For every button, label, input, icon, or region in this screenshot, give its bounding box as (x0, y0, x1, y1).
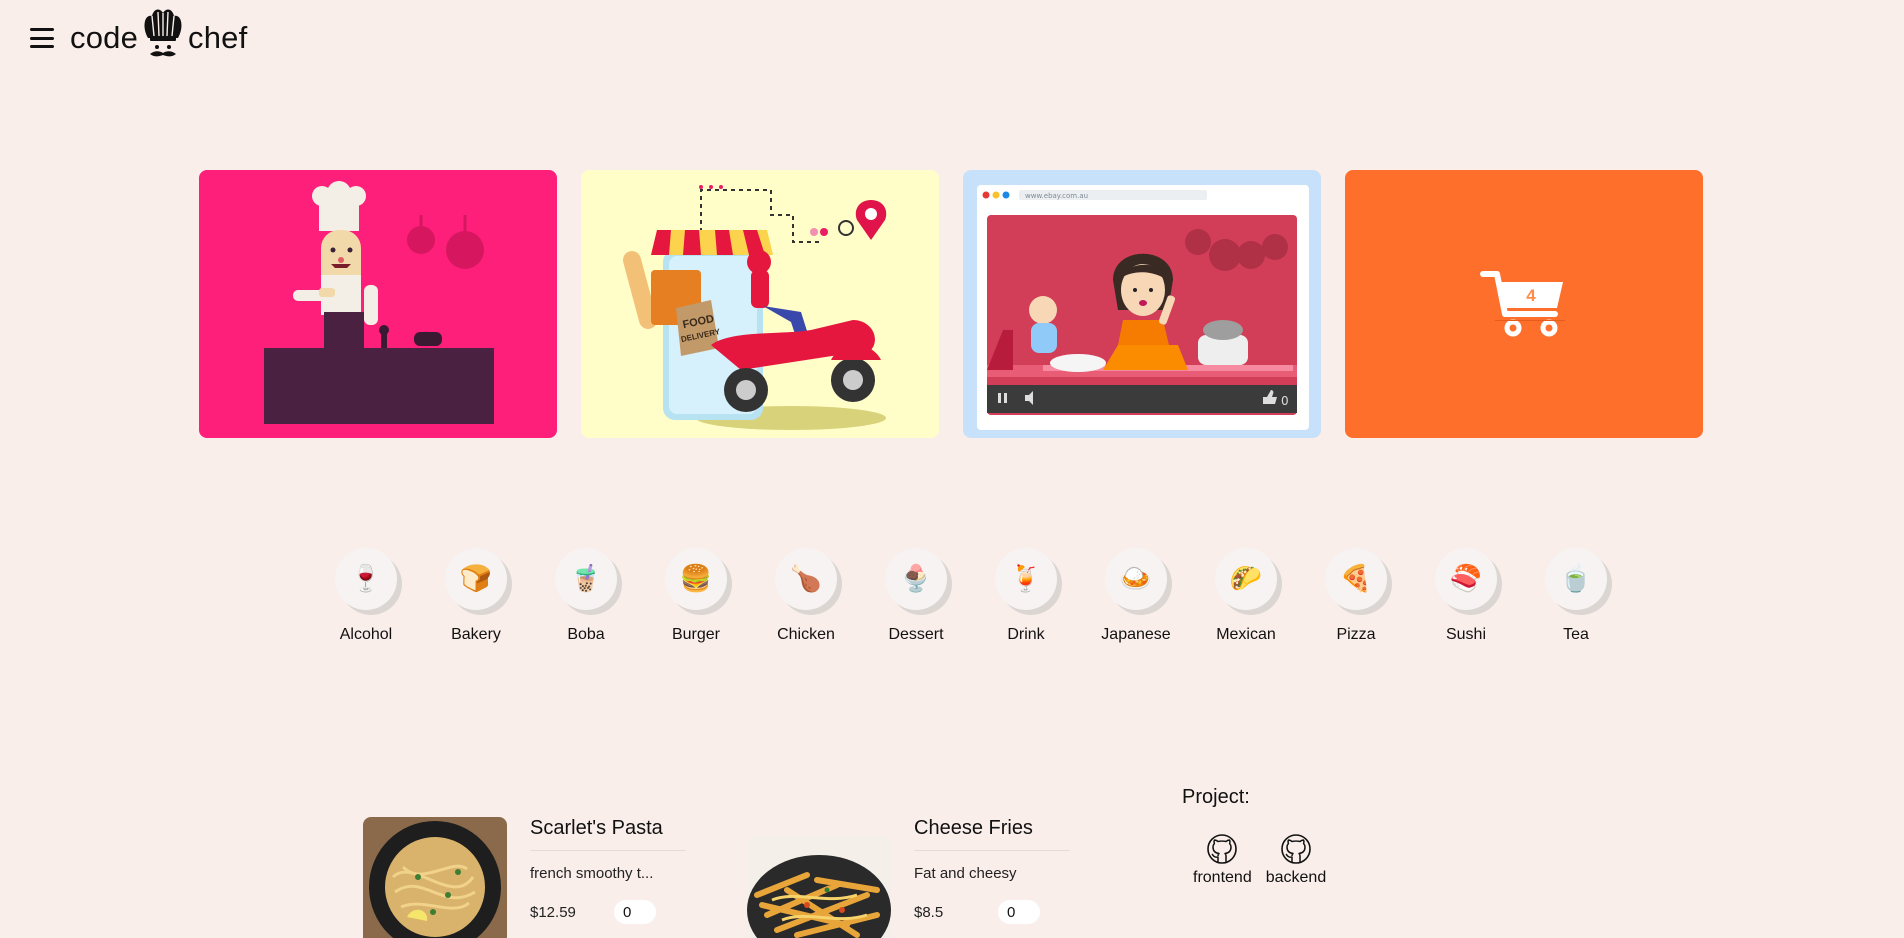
category-dessert[interactable]: 🍨 Dessert (861, 548, 971, 644)
category-label: Bakery (451, 626, 501, 643)
category-label: Pizza (1336, 626, 1376, 643)
fries-image[interactable] (747, 835, 891, 938)
logo-text-left: code (70, 20, 139, 55)
pizza-icon: 🍕 (1325, 548, 1387, 610)
taco-icon: 🌮 (1215, 548, 1277, 610)
category-pizza[interactable]: 🍕 Pizza (1301, 548, 1411, 644)
category-label: Mexican (1216, 626, 1276, 643)
hamburger-menu-icon[interactable] (30, 28, 54, 48)
category-japanese[interactable]: 🍛 Japanese (1081, 548, 1191, 644)
tea-cup-icon: 🍵 (1545, 548, 1607, 610)
menu-item-price: $12.59 (530, 903, 576, 921)
category-label: Burger (671, 626, 721, 643)
category-label: Alcohol (339, 626, 393, 643)
category-tea[interactable]: 🍵 Tea (1521, 548, 1631, 644)
category-chicken[interactable]: 🍗 Chicken (751, 548, 861, 644)
logo[interactable]: code chef (70, 8, 247, 68)
food-delivery-card[interactable]: FOOD DELIVERY (581, 170, 939, 438)
cart-card[interactable]: 4 (1345, 170, 1703, 438)
category-drink[interactable]: 🍹 Drink (971, 548, 1081, 644)
backend-link-label: backend (1265, 869, 1327, 886)
logo-text-right: chef (188, 20, 248, 55)
menu-item-price: $8.5 (914, 903, 944, 921)
github-icon (1207, 834, 1238, 864)
category-sushi[interactable]: 🍣 Sushi (1411, 548, 1521, 644)
cart-count-badge: 4 (1526, 286, 1536, 305)
category-label: Sushi (1445, 626, 1487, 643)
cooking-video-card[interactable]: www.ebay.com.au 0 (963, 170, 1321, 438)
video-url-text: www.ebay.com.au (1025, 192, 1088, 200)
pasta-image[interactable] (363, 817, 507, 938)
hero-cards: FOOD DELIVERY www.ebay.com.au 0 4 (199, 170, 1703, 438)
quantity-input[interactable] (614, 900, 656, 924)
bubble-tea-icon: 🧋 (555, 548, 617, 610)
menu-item-card: Cheese Fries Fat and cheesy $8.5 (747, 817, 1070, 938)
category-label: Drink (1007, 626, 1045, 643)
ice-cream-icon: 🍨 (885, 548, 947, 610)
backend-repo-link[interactable]: backend (1265, 833, 1327, 887)
category-label: Boba (567, 626, 605, 643)
header: code chef (30, 8, 247, 68)
menu-item-name: Cheese Fries (914, 817, 1070, 851)
curry-bowl-icon: 🍛 (1105, 548, 1167, 610)
menu-item-description: french smoothy t... (530, 865, 654, 882)
menu-item-description: Fat and cheesy (914, 865, 1017, 882)
category-list: 🍷 Alcohol 🍞 Bakery 🧋 Boba 🍔 Burger 🍗 Chi… (311, 548, 1631, 644)
chef-hat-icon (142, 8, 184, 68)
category-label: Dessert (888, 626, 944, 643)
frontend-link-label: frontend (1193, 869, 1252, 886)
menu-item-card: Scarlet's Pasta french smoothy t... $12.… (363, 817, 686, 938)
frontend-repo-link[interactable]: frontend (1193, 833, 1252, 887)
github-icon (1281, 834, 1311, 864)
wine-glass-icon: 🍷 (335, 548, 397, 610)
cart-icon: 4 (1480, 271, 1565, 337)
quantity-input[interactable] (998, 900, 1040, 924)
cocktail-icon: 🍹 (995, 548, 1057, 610)
project-section: Project: frontend backend (1182, 786, 1326, 887)
burger-icon: 🍔 (665, 548, 727, 610)
bread-icon: 🍞 (445, 548, 507, 610)
menu-item-name: Scarlet's Pasta (530, 817, 686, 851)
category-label: Japanese (1101, 626, 1171, 643)
video-likes-count: 0 (1281, 394, 1289, 408)
category-burger[interactable]: 🍔 Burger (641, 548, 751, 644)
category-label: Chicken (777, 626, 835, 643)
category-bakery[interactable]: 🍞 Bakery (421, 548, 531, 644)
sushi-icon: 🍣 (1435, 548, 1497, 610)
category-boba[interactable]: 🧋 Boba (531, 548, 641, 644)
category-mexican[interactable]: 🌮 Mexican (1191, 548, 1301, 644)
category-alcohol[interactable]: 🍷 Alcohol (311, 548, 421, 644)
chicken-leg-icon: 🍗 (775, 548, 837, 610)
category-label: Tea (1563, 626, 1589, 643)
chef-cooking-card[interactable] (199, 170, 557, 438)
project-title: Project: (1182, 786, 1250, 808)
